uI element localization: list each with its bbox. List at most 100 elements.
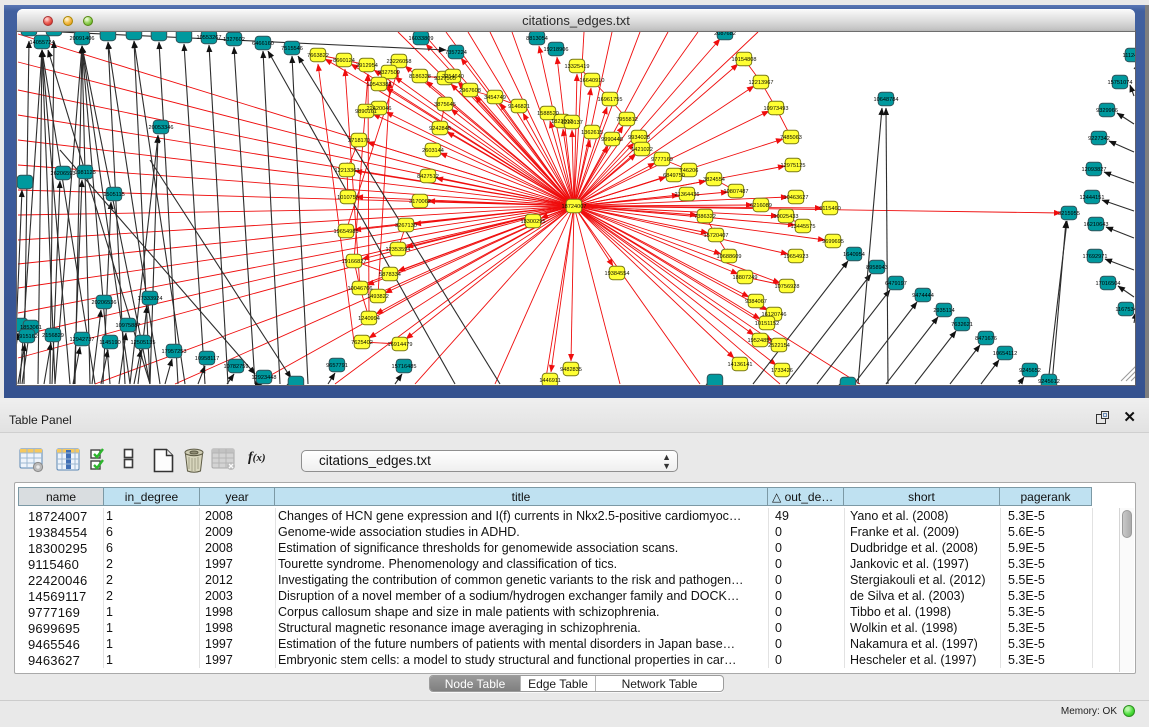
svg-text:1853061: 1853061 — [20, 325, 42, 331]
svg-text:7632621: 7632621 — [951, 322, 973, 328]
svg-text:17333924: 17333924 — [138, 296, 163, 302]
svg-text:18807249: 18807249 — [733, 275, 758, 281]
svg-text:16914479: 16914479 — [388, 342, 413, 348]
svg-text:26206593: 26206593 — [51, 171, 76, 177]
svg-text:2087682: 2087682 — [714, 31, 736, 37]
svg-text:15716485: 15716485 — [392, 364, 417, 370]
svg-text:10154808: 10154808 — [732, 57, 757, 63]
svg-text:1640954: 1640954 — [843, 252, 865, 258]
svg-text:9990448: 9990448 — [601, 137, 623, 143]
svg-text:10543382: 10543382 — [367, 82, 392, 88]
svg-text:2254640: 2254640 — [442, 74, 464, 80]
svg-text:3215955: 3215955 — [1058, 211, 1080, 217]
svg-text:9934028: 9934028 — [628, 135, 650, 141]
svg-text:3915162: 3915162 — [17, 334, 38, 340]
svg-text:10463627: 10463627 — [784, 195, 809, 201]
svg-text:9227342: 9227342 — [1088, 136, 1110, 142]
svg-text:2603144: 2603144 — [422, 148, 444, 154]
svg-text:20053346: 20053346 — [149, 125, 174, 131]
svg-text:8427512: 8427512 — [417, 174, 439, 180]
svg-text:1446911: 1446911 — [539, 378, 560, 384]
svg-text:10807487: 10807487 — [724, 189, 749, 195]
svg-text:10688609: 10688609 — [717, 254, 742, 260]
svg-text:13445575: 13445575 — [791, 224, 816, 230]
svg-text:1220137: 1220137 — [561, 120, 583, 126]
svg-text:1733426: 1733426 — [771, 368, 793, 374]
svg-text:18300295: 18300295 — [521, 219, 546, 225]
svg-text:10553267: 10553267 — [197, 35, 222, 41]
svg-text:12093827: 12093827 — [1082, 167, 1107, 173]
svg-text:20091406: 20091406 — [70, 36, 95, 42]
svg-text:23226058: 23226058 — [387, 59, 412, 65]
svg-text:7515546: 7515546 — [281, 46, 303, 52]
svg-text:10151152: 10151152 — [755, 321, 779, 327]
svg-text:20206536: 20206536 — [92, 300, 117, 306]
svg-text:7955812: 7955812 — [616, 117, 638, 123]
svg-text:16640910: 16640910 — [580, 78, 605, 84]
svg-text:16961755: 16961755 — [598, 97, 623, 103]
svg-text:6849750: 6849750 — [663, 173, 685, 179]
svg-text:3912954: 3912954 — [356, 63, 378, 69]
svg-text:1240994: 1240994 — [358, 316, 380, 322]
svg-text:3824554: 3824554 — [703, 177, 725, 183]
svg-text:7357224: 7357224 — [445, 50, 467, 56]
svg-text:12353594: 12353594 — [386, 247, 411, 253]
svg-text:1981128: 1981128 — [74, 170, 95, 176]
svg-text:2718170: 2718170 — [348, 138, 370, 144]
svg-text:19166827: 19166827 — [342, 259, 367, 265]
svg-text:12505135: 12505135 — [131, 340, 156, 346]
svg-text:1112482: 1112482 — [1123, 53, 1135, 59]
svg-text:7485063: 7485063 — [780, 135, 802, 141]
svg-text:8958943: 8958943 — [866, 265, 888, 271]
svg-text:9699695: 9699695 — [822, 239, 844, 245]
svg-text:10973493: 10973493 — [764, 106, 789, 112]
svg-text:9245612: 9245612 — [1038, 379, 1060, 385]
svg-text:10756928: 10756928 — [775, 284, 800, 290]
svg-text:10975887: 10975887 — [116, 323, 141, 329]
svg-text:19384554: 19384554 — [605, 271, 630, 277]
svg-text:1505115: 1505115 — [103, 192, 124, 198]
svg-text:19654923: 19654923 — [784, 254, 809, 260]
svg-text:18724007: 18724007 — [562, 204, 587, 210]
svg-text:2522154: 2522154 — [768, 343, 790, 349]
svg-text:9146821: 9146821 — [508, 104, 530, 110]
svg-text:1588520: 1588520 — [537, 111, 559, 117]
svg-text:1362615: 1362615 — [581, 130, 603, 136]
svg-text:17016504: 17016504 — [1096, 281, 1121, 287]
svg-text:10648784: 10648784 — [874, 97, 899, 103]
svg-text:1493822: 1493822 — [367, 294, 389, 300]
svg-text:2156829: 2156829 — [42, 333, 64, 339]
svg-text:8660124: 8660124 — [333, 58, 355, 64]
svg-text:15751074: 15751074 — [1108, 80, 1133, 86]
svg-text:6479197: 6479197 — [885, 281, 907, 287]
svg-text:16210643: 16210643 — [1084, 222, 1109, 228]
svg-text:9327509: 9327509 — [378, 70, 400, 76]
svg-text:17692971: 17692971 — [1083, 254, 1108, 260]
svg-text:10958117: 10958117 — [195, 356, 219, 362]
svg-text:9384067: 9384067 — [745, 299, 767, 305]
svg-text:10025433: 10025433 — [774, 214, 799, 220]
svg-text:8186328: 8186328 — [409, 74, 431, 80]
svg-text:10046766: 10046766 — [348, 286, 373, 292]
svg-text:5878334: 5878334 — [379, 272, 401, 278]
svg-text:1145190: 1145190 — [99, 340, 120, 346]
svg-text:3170062: 3170062 — [409, 199, 431, 205]
svg-text:12942737: 12942737 — [70, 337, 95, 343]
svg-text:6216089: 6216089 — [750, 203, 772, 209]
svg-text:3875645: 3875645 — [434, 102, 456, 108]
svg-text:1010755: 1010755 — [337, 195, 359, 201]
svg-text:9245652: 9245652 — [1019, 368, 1041, 374]
svg-text:16033809: 16033809 — [409, 36, 434, 42]
svg-text:21364436: 21364436 — [675, 192, 700, 198]
svg-text:2967608: 2967608 — [459, 88, 481, 94]
svg-text:6466160: 6466160 — [252, 41, 274, 47]
svg-text:7625402: 7625402 — [351, 340, 373, 346]
svg-text:17957253: 17957253 — [162, 349, 187, 355]
svg-text:9482835: 9482835 — [560, 367, 582, 373]
svg-text:12213967: 12213967 — [749, 80, 774, 86]
svg-text:8471676: 8471676 — [975, 336, 997, 342]
svg-text:7663822: 7663822 — [307, 53, 329, 59]
svg-text:12444151: 12444151 — [1080, 195, 1105, 201]
svg-text:10782759: 10782759 — [224, 364, 249, 370]
svg-text:19654985: 19654985 — [334, 229, 359, 235]
